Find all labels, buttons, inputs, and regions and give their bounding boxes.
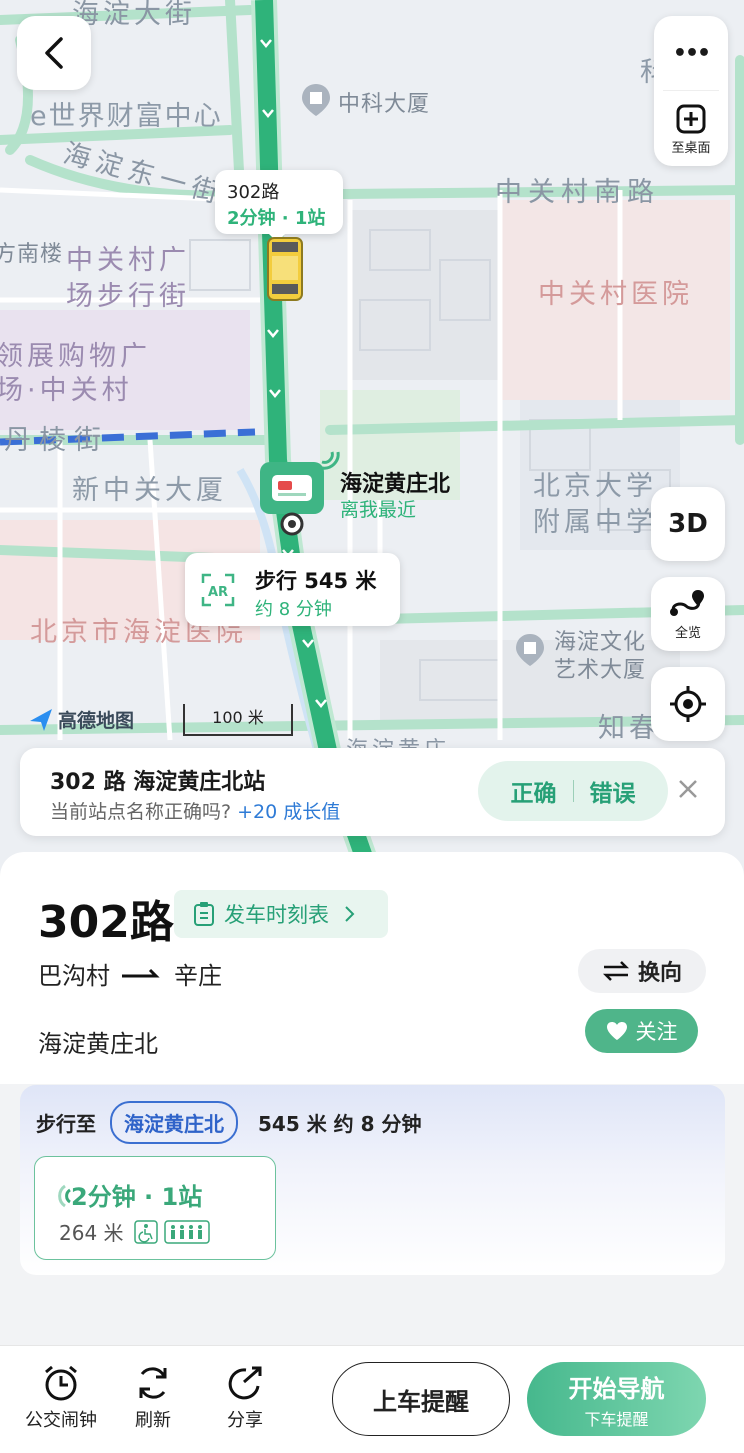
station-feedback-card: 302 路 海淀黄庄北站 当前站点名称正确吗? +20 成长值 正确 错误 [20, 748, 725, 836]
arrival-card[interactable]: 2分钟 · 1站 264 米 [34, 1156, 276, 1260]
refresh-label: 刷新 [135, 1410, 171, 1431]
crowding-icon [163, 1219, 210, 1244]
realtime-signal-icon [58, 1184, 71, 1208]
bus-alarm-label: 公交闹钟 [25, 1410, 97, 1431]
more-button[interactable]: ••• [673, 16, 711, 90]
switch-direction-label: 换向 [637, 961, 682, 986]
location-pin-icon [280, 512, 304, 544]
ar-icon[interactable]: AR [201, 573, 235, 607]
timetable-label: 发车时刻表 [224, 903, 329, 927]
locate-button[interactable] [651, 667, 725, 741]
poi-label: 艺术大厦 [554, 658, 647, 683]
brand-text: 高德地图 [58, 710, 135, 732]
share-button[interactable]: 分享 [205, 1364, 285, 1432]
overview-button[interactable]: 全览 [651, 577, 725, 651]
walk-info-card: 步行至 海淀黄庄北 545 米 约 8 分钟 2分钟 · 1站 264 米 [20, 1085, 725, 1275]
correct-button[interactable]: 正确 [511, 774, 557, 808]
station-name-label: 海淀黄庄北 [340, 472, 451, 497]
poi-label: 北京大学 [533, 471, 657, 502]
feedback-choice-group: 正确 错误 [478, 761, 668, 821]
follow-button[interactable]: 关注 [585, 1009, 698, 1053]
walk-to-label: 步行至 [36, 1112, 96, 1136]
crosshair-icon [670, 686, 706, 722]
clipboard-icon [194, 902, 214, 926]
road-label: 丹棱街 [4, 425, 109, 456]
direction-arrow-icon [122, 968, 160, 977]
add-to-desktop-label: 至桌面 [671, 141, 711, 156]
poi-label: 场·中关村 [0, 375, 133, 406]
amap-logo-icon [30, 708, 52, 731]
poi-label: 方南楼 [0, 242, 64, 267]
refresh-button[interactable]: 刷新 [113, 1364, 193, 1432]
alight-reminder-label: 下车提醒 [584, 1409, 649, 1429]
overview-label: 全览 [674, 625, 701, 641]
poi-label: 中科大厦 [338, 92, 431, 117]
start-navigation-label: 开始导航 [568, 1374, 665, 1403]
arrival-detail: 264 米 [59, 1217, 210, 1246]
poi-label: e世界财富中心 [30, 101, 223, 132]
signal-icon [318, 448, 342, 476]
nearest-label: 离我最近 [340, 499, 417, 521]
poi-label: 中关村广 [66, 245, 190, 276]
wrong-button[interactable]: 错误 [590, 774, 636, 808]
poi-label: 中关村医院 [538, 279, 693, 310]
bus-alarm-button[interactable]: 公交闹钟 [21, 1364, 101, 1432]
arrival-distance: 264 米 [59, 1221, 124, 1245]
heart-icon [606, 1022, 627, 1040]
wheelchair-icon [133, 1219, 158, 1244]
back-button[interactable] [17, 16, 91, 90]
route-header: 302路 发车时刻表 巴沟村 辛庄 换向 海淀黄庄北 关注 [0, 852, 744, 1084]
poi-label: 场步行街 [66, 281, 190, 312]
reward-label: +20 成长值 [237, 801, 341, 823]
switch-direction-button[interactable]: 换向 [578, 949, 706, 993]
boarding-reminder-button[interactable]: 上车提醒 [332, 1362, 510, 1436]
bottom-toolbar: 公交闹钟 刷新 分享 上车提醒 开始导航 下车提醒 [0, 1345, 744, 1453]
road-label: 中关村南路 [495, 177, 660, 208]
share-icon [228, 1366, 262, 1400]
share-label: 分享 [227, 1410, 263, 1431]
start-navigation-button[interactable]: 开始导航 下车提醒 [527, 1362, 706, 1436]
timetable-button[interactable]: 发车时刻表 [174, 890, 388, 938]
brand-logo: 高德地图 [28, 706, 134, 733]
route-overview-icon [670, 589, 704, 616]
3d-button[interactable]: 3D [651, 487, 725, 561]
route-name: 302路 [38, 897, 174, 948]
bus-icon [262, 236, 308, 306]
walk-summary: 步行至 海淀黄庄北 545 米 约 8 分钟 [36, 1101, 422, 1144]
bus-route-label: 302路 [227, 182, 280, 203]
current-station: 海淀黄庄北 [38, 1030, 158, 1058]
back-arrow-icon [45, 37, 63, 69]
add-to-desktop-button[interactable]: 至桌面 [671, 103, 711, 156]
feedback-question: 当前站点名称正确吗? +20 成长值 [50, 801, 341, 823]
route-terminus: 辛庄 [174, 962, 222, 990]
add-square-icon [676, 104, 706, 134]
bus-eta-bubble[interactable]: 302路 2分钟 · 1站 [215, 170, 343, 242]
follow-label: 关注 [635, 1020, 678, 1044]
walk-stop-pill[interactable]: 海淀黄庄北 [110, 1101, 238, 1144]
poi-label: 附属中学 [533, 507, 657, 538]
route-origin: 巴沟村 [38, 962, 110, 990]
poi-pin-icon [300, 82, 332, 122]
alarm-clock-icon [45, 1365, 77, 1401]
walk-distance-label: 步行 545 米 [255, 569, 377, 593]
swap-icon [602, 961, 630, 981]
poi-label: 新中关大厦 [72, 475, 227, 506]
poi-pin-icon [514, 632, 546, 672]
walk-info-label: 545 米 约 8 分钟 [258, 1112, 422, 1136]
walk-bubble[interactable]: AR 步行 545 米 约 8 分钟 [185, 553, 400, 626]
arrival-eta: 2分钟 · 1站 [58, 1177, 202, 1212]
top-right-toolgroup: ••• 至桌面 [654, 16, 728, 166]
close-icon[interactable] [677, 778, 699, 804]
scale-bar: 100 米 [183, 704, 293, 736]
svg-text:AR: AR [208, 585, 228, 600]
refresh-icon [139, 1367, 167, 1399]
route-direction: 巴沟村 辛庄 [38, 956, 222, 991]
walk-time-label: 约 8 分钟 [255, 599, 332, 620]
feedback-title: 302 路 海淀黄庄北站 [50, 770, 266, 795]
bus-stop-icon[interactable] [260, 462, 324, 514]
road-label: 海淀大街 [72, 0, 196, 30]
bus-eta-label: 2分钟 · 1站 [227, 208, 326, 229]
chevron-right-icon [345, 906, 355, 922]
